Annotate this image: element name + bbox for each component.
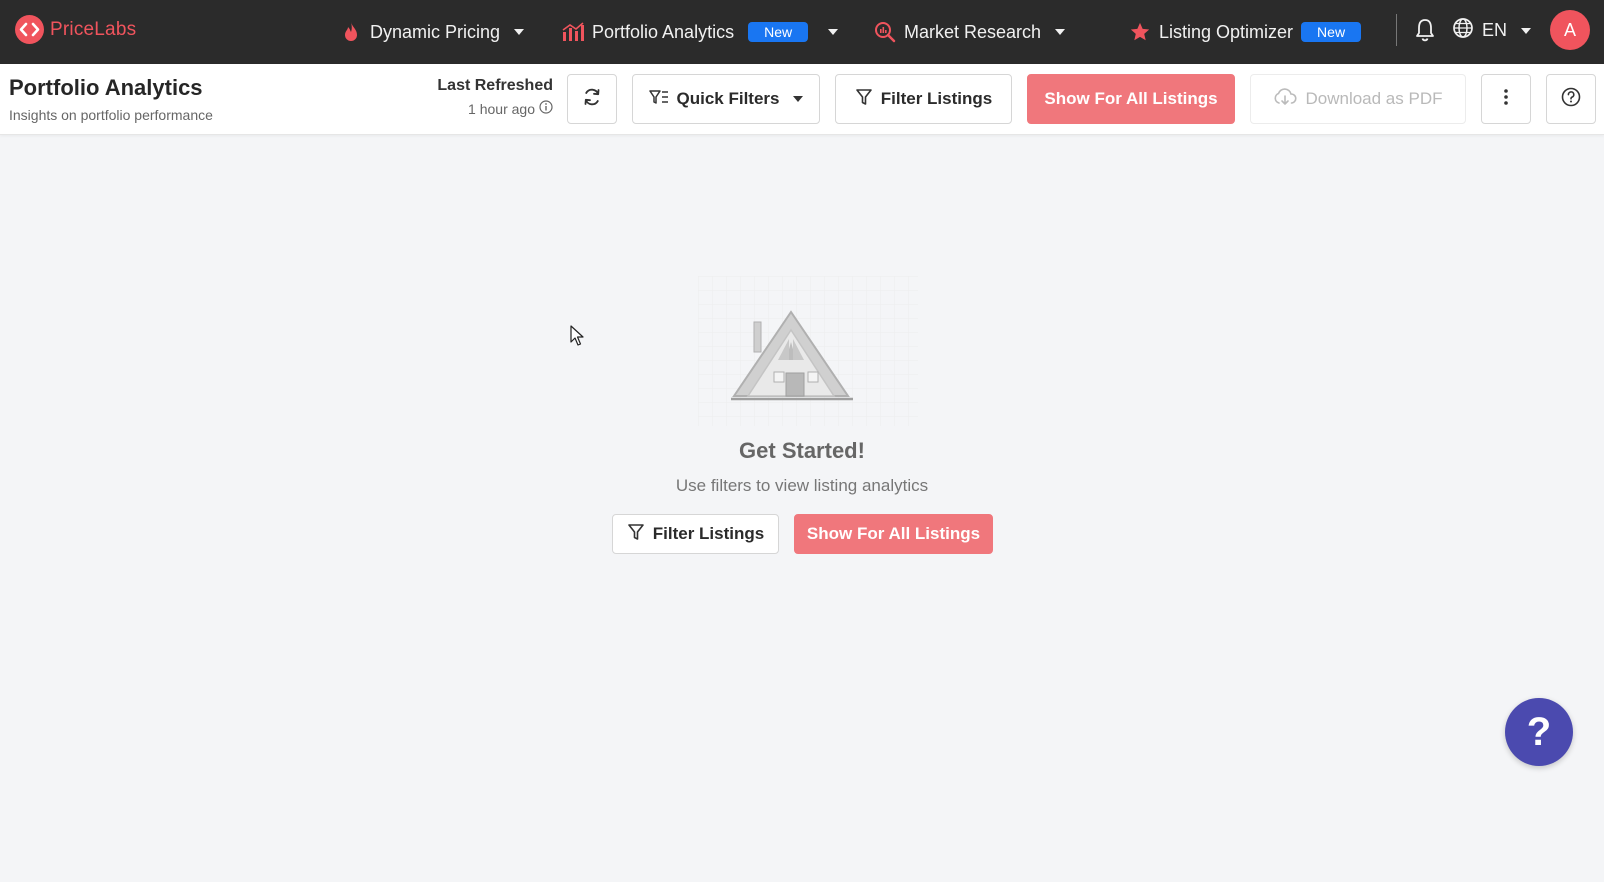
user-avatar[interactable]: A [1550,10,1590,50]
info-icon[interactable] [539,100,553,117]
globe-icon [1452,17,1474,44]
flame-icon [340,21,362,43]
page-title: Portfolio Analytics [9,75,203,100]
top-navigation-bar: PriceLabs Dynamic Pricing Portfolio Anal… [0,0,1604,64]
quick-filters-button[interactable]: Quick Filters [632,74,820,124]
nav-label: Listing Optimizer [1159,21,1294,42]
cloud-download-icon [1273,87,1298,111]
filter-list-icon [648,89,669,110]
logo-mark-icon [15,15,44,44]
question-circle-icon [1561,87,1581,112]
refresh-button[interactable] [567,74,617,124]
nav-label: Portfolio Analytics [592,21,735,42]
download-pdf-label: Download as PDF [1305,89,1443,108]
download-pdf-button[interactable]: Download as PDF [1250,74,1466,124]
chevron-down-icon [828,29,839,35]
star-icon [1129,21,1151,43]
more-options-button[interactable] [1481,74,1531,124]
new-badge: New [748,22,809,42]
last-refreshed-value: 1 hour ago [468,100,535,117]
empty-state-title: Get Started! [739,438,865,463]
nav-label: Dynamic Pricing [370,21,501,42]
empty-state-subtitle: Use filters to view listing analytics [675,476,929,495]
page-subtitle: Insights on portfolio performance [9,107,213,123]
nav-divider [1396,14,1397,46]
refresh-icon [582,87,602,112]
language-selector[interactable]: EN [1452,17,1532,44]
search-chart-icon [874,21,896,43]
quick-filters-label: Quick Filters [676,89,780,108]
last-refreshed-time: 1 hour ago [431,100,553,117]
language-label: EN [1482,20,1508,40]
nav-market-research[interactable]: Market Research [874,17,1066,47]
filter-listings-button[interactable]: Filter Listings [835,74,1012,124]
new-badge: New [1301,22,1362,42]
empty-show-all-label: Show For All Listings [806,524,981,543]
chevron-down-icon [793,96,804,102]
nav-listing-optimizer[interactable]: Listing Optimizer New [1129,17,1362,47]
help-chat-button[interactable]: ? [1505,698,1573,766]
nav-portfolio-analytics[interactable]: Portfolio Analytics New [562,17,839,47]
empty-show-for-all-listings-button[interactable]: Show For All Listings [794,514,993,554]
filter-icon [855,88,873,111]
chevron-down-icon [1521,27,1532,34]
last-refreshed-label: Last Refreshed [437,77,553,94]
show-all-label: Show For All Listings [1044,89,1218,108]
filter-listings-label: Filter Listings [880,89,993,108]
logo-text: PriceLabs [50,18,137,40]
nav-label: Market Research [904,21,1042,42]
house-illustration-icon [698,276,918,426]
empty-filter-listings-button[interactable]: Filter Listings [612,514,779,554]
nav-dynamic-pricing[interactable]: Dynamic Pricing [340,17,525,47]
chevron-down-icon [514,29,525,35]
empty-filter-listings-label: Filter Listings [652,524,765,543]
pricelabs-logo[interactable]: PriceLabs [15,15,136,44]
help-button[interactable] [1546,74,1596,124]
page-header: Portfolio Analytics Insights on portfoli… [0,64,1604,135]
mouse-cursor-icon [570,325,584,352]
kebab-menu-icon [1503,88,1509,111]
filter-icon [627,523,645,546]
bell-icon[interactable] [1414,18,1436,47]
chevron-down-icon [1055,29,1066,35]
show-for-all-listings-button[interactable]: Show For All Listings [1027,74,1235,124]
bar-chart-icon [562,21,584,43]
